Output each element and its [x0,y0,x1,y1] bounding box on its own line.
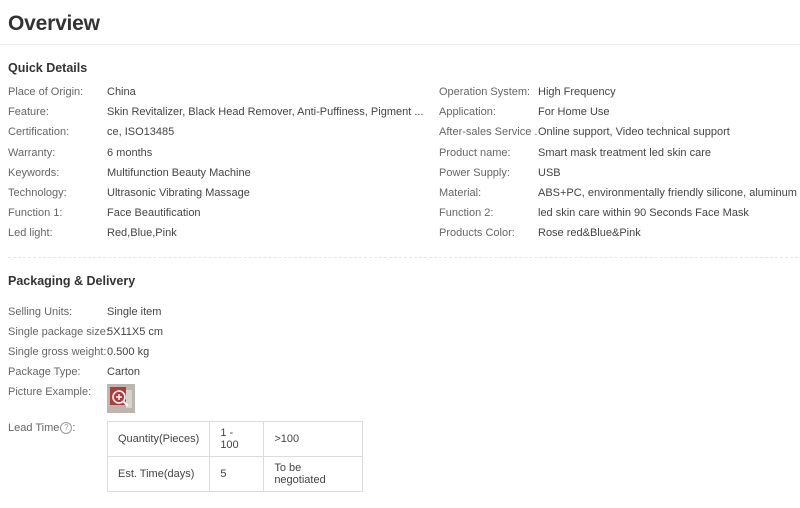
picture-example-thumbnail[interactable] [107,384,135,413]
packaging-label: Single gross weight: [8,346,107,358]
lead-time-label: Lead Time?: [8,421,75,435]
table-cell: >100 [263,421,364,457]
detail-value: 6 months [107,147,153,159]
detail-value: Red,Blue,Pink [107,227,177,239]
detail-value: Skin Revitalizer, Black Head Remover, An… [107,106,424,118]
packaging-label: Selling Units: [8,306,73,318]
detail-value: For Home Use [538,106,610,118]
detail-label: Place of Origin: [8,86,84,98]
detail-value: ABS+PC, environmentally friendly silicon… [538,187,797,199]
table-cell: 5 [209,456,265,492]
detail-label: Material: [439,187,482,199]
detail-value: ce, ISO13485 [107,126,175,138]
detail-value: USB [538,167,561,179]
detail-label: Function 2: [439,207,494,219]
packaging-value: 0.500 kg [107,346,150,358]
table-cell: 1 - 100 [209,421,265,457]
table-cell: Est. Time(days) [106,456,211,492]
detail-label: Feature: [8,106,49,118]
detail-label: Keywords: [8,167,60,179]
detail-value: Face Beautification [107,207,201,219]
detail-value: Multifunction Beauty Machine [107,167,251,179]
lead-time-text: Lead Time [8,422,60,434]
detail-value: Rose red&Blue&Pink [538,227,641,239]
detail-label: Products Color: [439,227,515,239]
quick-details-heading: Quick Details [8,61,88,75]
table-cell: To be negotiated [263,456,364,492]
picture-example-label: Picture Example: [8,386,92,398]
detail-value: Online support, Video technical support [538,126,730,138]
detail-label: Power Supply: [439,167,510,179]
detail-label: Technology: [8,187,67,199]
detail-value: High Frequency [538,86,616,98]
table-row: Quantity(Pieces) 1 - 100 >100 [106,421,364,457]
lead-time-colon: : [72,422,76,434]
packaging-value: Carton [107,366,141,378]
packaging-heading: Packaging & Delivery [8,274,136,288]
detail-label: Product name: [439,147,511,159]
detail-value: Ultrasonic Vibrating Massage [107,187,250,199]
packaging-label: Single package size: [8,326,109,338]
detail-label: Application: [439,106,496,118]
lead-time-table: Quantity(Pieces) 1 - 100 >100 Est. Time(… [106,421,364,492]
detail-value: led skin care within 90 Seconds Face Mas… [538,207,749,219]
page-title: Overview [8,12,100,35]
title-divider [0,44,800,45]
packaging-value: Single item [107,306,162,318]
detail-label: Warranty: [8,147,56,159]
packaging-value: 5X11X5 cm [107,326,164,338]
table-cell: Quantity(Pieces) [106,421,211,457]
section-divider [8,257,798,258]
question-circle-icon[interactable]: ? [60,422,73,435]
detail-label: Function 1: [8,207,63,219]
detail-label: Certification: [8,126,70,138]
detail-value: China [107,86,136,98]
packaging-label: Package Type: [8,366,81,378]
detail-label: Led light: [8,227,53,239]
detail-value: Smart mask treatment led skin care [538,147,712,159]
magnifier-zoom-icon [107,384,135,413]
detail-label: Operation System: [439,86,531,98]
table-row: Est. Time(days) 5 To be negotiated [106,456,364,492]
detail-label: After-sales Service ... [439,126,538,138]
